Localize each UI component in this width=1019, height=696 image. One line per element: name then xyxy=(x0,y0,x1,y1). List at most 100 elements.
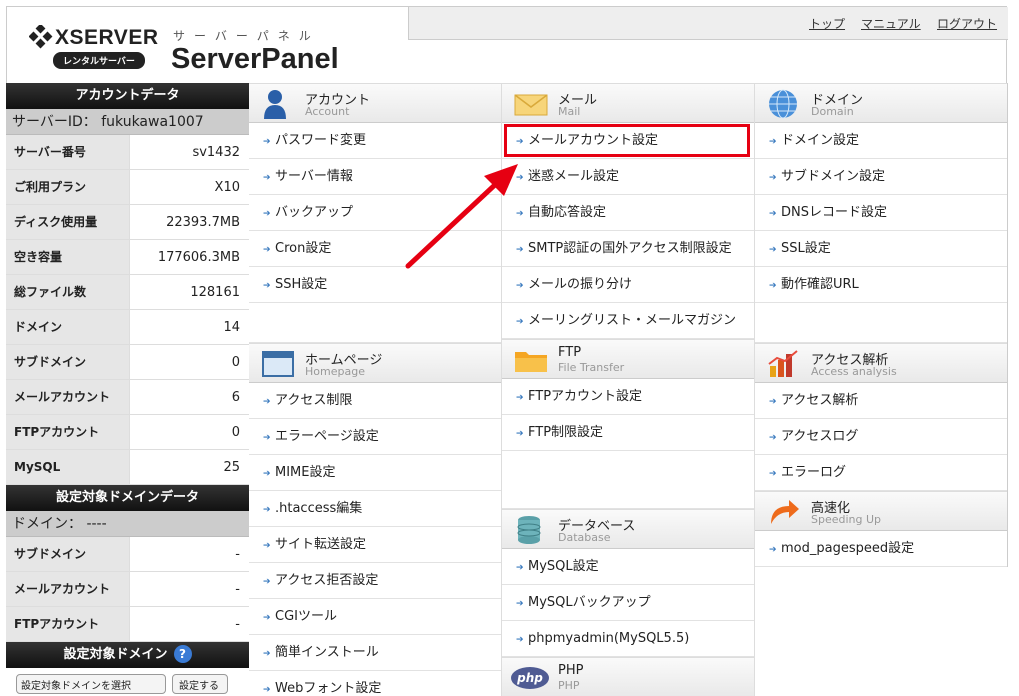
menu-access-restrict[interactable]: ➔ アクセス制限 xyxy=(249,383,501,419)
menu-test-url[interactable]: ➔ 動作確認URL xyxy=(755,267,1007,303)
arrow-icon: ➔ xyxy=(769,245,777,255)
domain-row: FTPアカウント - xyxy=(6,607,249,642)
menu-label: エラーページ設定 xyxy=(275,429,379,444)
xserver-logo-icon xyxy=(29,25,53,49)
menu-ftp-account[interactable]: ➔ FTPアカウント設定 xyxy=(502,379,754,415)
menu-domain-settings[interactable]: ➔ ドメイン設定 xyxy=(755,123,1007,159)
chart-icon xyxy=(768,350,798,377)
menu-cron[interactable]: ➔ Cron設定 xyxy=(249,231,501,267)
row-value: sv1432 xyxy=(129,135,249,169)
menu-phpmyadmin[interactable]: ➔ phpmyadmin(MySQL5.5) xyxy=(502,621,754,657)
menu-label: 動作確認URL xyxy=(781,277,859,292)
header: XSERVER レンタルサーバー サーバーパネル ServerPanel トップ… xyxy=(6,6,1008,83)
menu-label: メールの振り分け xyxy=(528,277,633,292)
menu-access-deny[interactable]: ➔ アクセス拒否設定 xyxy=(249,563,501,599)
menu-spam[interactable]: ➔ 迷惑メール設定 xyxy=(502,159,754,195)
menu-mysql-backup[interactable]: ➔ MySQLバックアップ xyxy=(502,585,754,621)
menu-smtp-restrict[interactable]: ➔ SMTP認証の国外アクセス制限設定 xyxy=(502,231,754,267)
target-domain-controls: 設定対象ドメインを選択 設定する xyxy=(6,668,249,696)
menu-ssl[interactable]: ➔ SSL設定 xyxy=(755,231,1007,267)
blank-cell xyxy=(755,303,1007,343)
column-1: アカウント Account ➔ パスワード変更 ➔ サーバー情報 ➔ バックアップ ➔… xyxy=(249,83,502,696)
folder-icon xyxy=(515,352,547,372)
arrow-icon: ➔ xyxy=(263,649,271,659)
menu-mail-account[interactable]: ➔ メールアカウント設定 xyxy=(502,123,754,159)
menu-label: 自動応答設定 xyxy=(528,205,607,220)
sidebar: アカウントデータ サーバーID： fukukawa1007 サーバー番号 sv14… xyxy=(6,83,249,696)
nav-logout-link[interactable]: ログアウト xyxy=(937,15,997,32)
menu-mime[interactable]: ➔ MIME設定 xyxy=(249,455,501,491)
arrow-icon: ➔ xyxy=(263,209,271,219)
menu-label: サブドメイン設定 xyxy=(781,169,886,184)
logo-text: XSERVER xyxy=(55,26,159,49)
set-domain-button[interactable]: 設定する xyxy=(172,674,228,694)
row-label: サブドメイン xyxy=(6,537,129,571)
menu-webfont[interactable]: ➔ Webフォント設定 xyxy=(249,671,501,696)
menu-autoreply[interactable]: ➔ 自動応答設定 xyxy=(502,195,754,231)
menu-label: SMTP認証の国外アクセス制限設定 xyxy=(528,241,732,256)
globe-icon xyxy=(769,89,797,119)
menu-label: MySQL設定 xyxy=(528,559,599,574)
row-value: X10 xyxy=(129,170,249,204)
menu-mailing-list[interactable]: ➔ メーリングリスト・メールマガジン xyxy=(502,303,754,339)
menu-password[interactable]: ➔ パスワード変更 xyxy=(249,123,501,159)
php-icon: php xyxy=(511,667,549,689)
menu-backup[interactable]: ➔ バックアップ xyxy=(249,195,501,231)
menu-error-page[interactable]: ➔ エラーページ設定 xyxy=(249,419,501,455)
panel-title: ServerPanel xyxy=(171,43,339,75)
account-row: 総ファイル数 128161 xyxy=(6,275,249,310)
menu-pagespeed[interactable]: ➔ mod_pagespeed設定 xyxy=(755,531,1007,567)
account-row: ドメイン 14 xyxy=(6,310,249,345)
row-value: - xyxy=(129,607,249,641)
account-row: ご利用プラン X10 xyxy=(6,170,249,205)
menu-cgi[interactable]: ➔ CGIツール xyxy=(249,599,501,635)
window-icon xyxy=(262,351,294,377)
menu-dns[interactable]: ➔ DNSレコード設定 xyxy=(755,195,1007,231)
menu-access-log[interactable]: ➔ アクセスログ xyxy=(755,419,1007,455)
menu-subdomain[interactable]: ➔ サブドメイン設定 xyxy=(755,159,1007,195)
domain-row: メールアカウント - xyxy=(6,572,249,607)
menu-redirect[interactable]: ➔ サイト転送設定 xyxy=(249,527,501,563)
menu-mysql[interactable]: ➔ MySQL設定 xyxy=(502,549,754,585)
arrow-icon: ➔ xyxy=(516,245,524,255)
logo[interactable]: XSERVER レンタルサーバー サーバーパネル ServerPanel xyxy=(29,23,359,79)
menu-label: SSL設定 xyxy=(781,241,831,256)
account-row: サブドメイン 0 xyxy=(6,345,249,380)
panel-kana: サーバーパネル xyxy=(173,29,320,43)
section-subtitle: File Transfer xyxy=(558,361,625,374)
section-title: PHP xyxy=(558,663,584,678)
menu-htaccess[interactable]: ➔ .htaccess編集 xyxy=(249,491,501,527)
menu-access-analysis[interactable]: ➔ アクセス解析 xyxy=(755,383,1007,419)
row-label: ディスク使用量 xyxy=(6,205,129,239)
domain-line: ドメイン： ---- xyxy=(6,511,249,537)
row-label: FTPアカウント xyxy=(6,415,129,449)
row-label: メールアカウント xyxy=(6,572,129,606)
menu-ssh[interactable]: ➔ SSH設定 xyxy=(249,267,501,303)
blank-cell xyxy=(502,451,754,509)
menu-server-info[interactable]: ➔ サーバー情報 xyxy=(249,159,501,195)
domain-select[interactable]: 設定対象ドメインを選択 xyxy=(16,674,166,694)
row-label: ご利用プラン xyxy=(6,170,129,204)
menu-label: メーリングリスト・メールマガジン xyxy=(528,313,737,328)
menu-label: Webフォント設定 xyxy=(275,681,382,696)
arrow-icon: ➔ xyxy=(516,563,524,573)
row-label: MySQL xyxy=(6,450,129,484)
row-value: 0 xyxy=(129,415,249,449)
row-value: 177606.3MB xyxy=(129,240,249,274)
nav-manual-link[interactable]: マニュアル xyxy=(861,15,921,32)
menu-label: SSH設定 xyxy=(275,277,328,292)
menu-mail-filter[interactable]: ➔ メールの振り分け xyxy=(502,267,754,303)
menu-label: パスワード変更 xyxy=(275,133,367,148)
menu-ftp-restrict[interactable]: ➔ FTP制限設定 xyxy=(502,415,754,451)
help-icon[interactable]: ? xyxy=(173,645,192,663)
menu-error-log[interactable]: ➔ エラーログ xyxy=(755,455,1007,491)
menu-easy-install[interactable]: ➔ 簡単インストール xyxy=(249,635,501,671)
nav-top-link[interactable]: トップ xyxy=(809,15,845,32)
section-title: FTP xyxy=(558,345,582,360)
user-icon xyxy=(264,90,286,119)
menu-label: phpmyadmin(MySQL5.5) xyxy=(528,631,690,646)
menu-label: バックアップ xyxy=(275,205,354,220)
arrow-icon: ➔ xyxy=(516,317,524,327)
arrow-icon: ➔ xyxy=(516,393,524,403)
arrow-icon: ➔ xyxy=(516,137,524,147)
